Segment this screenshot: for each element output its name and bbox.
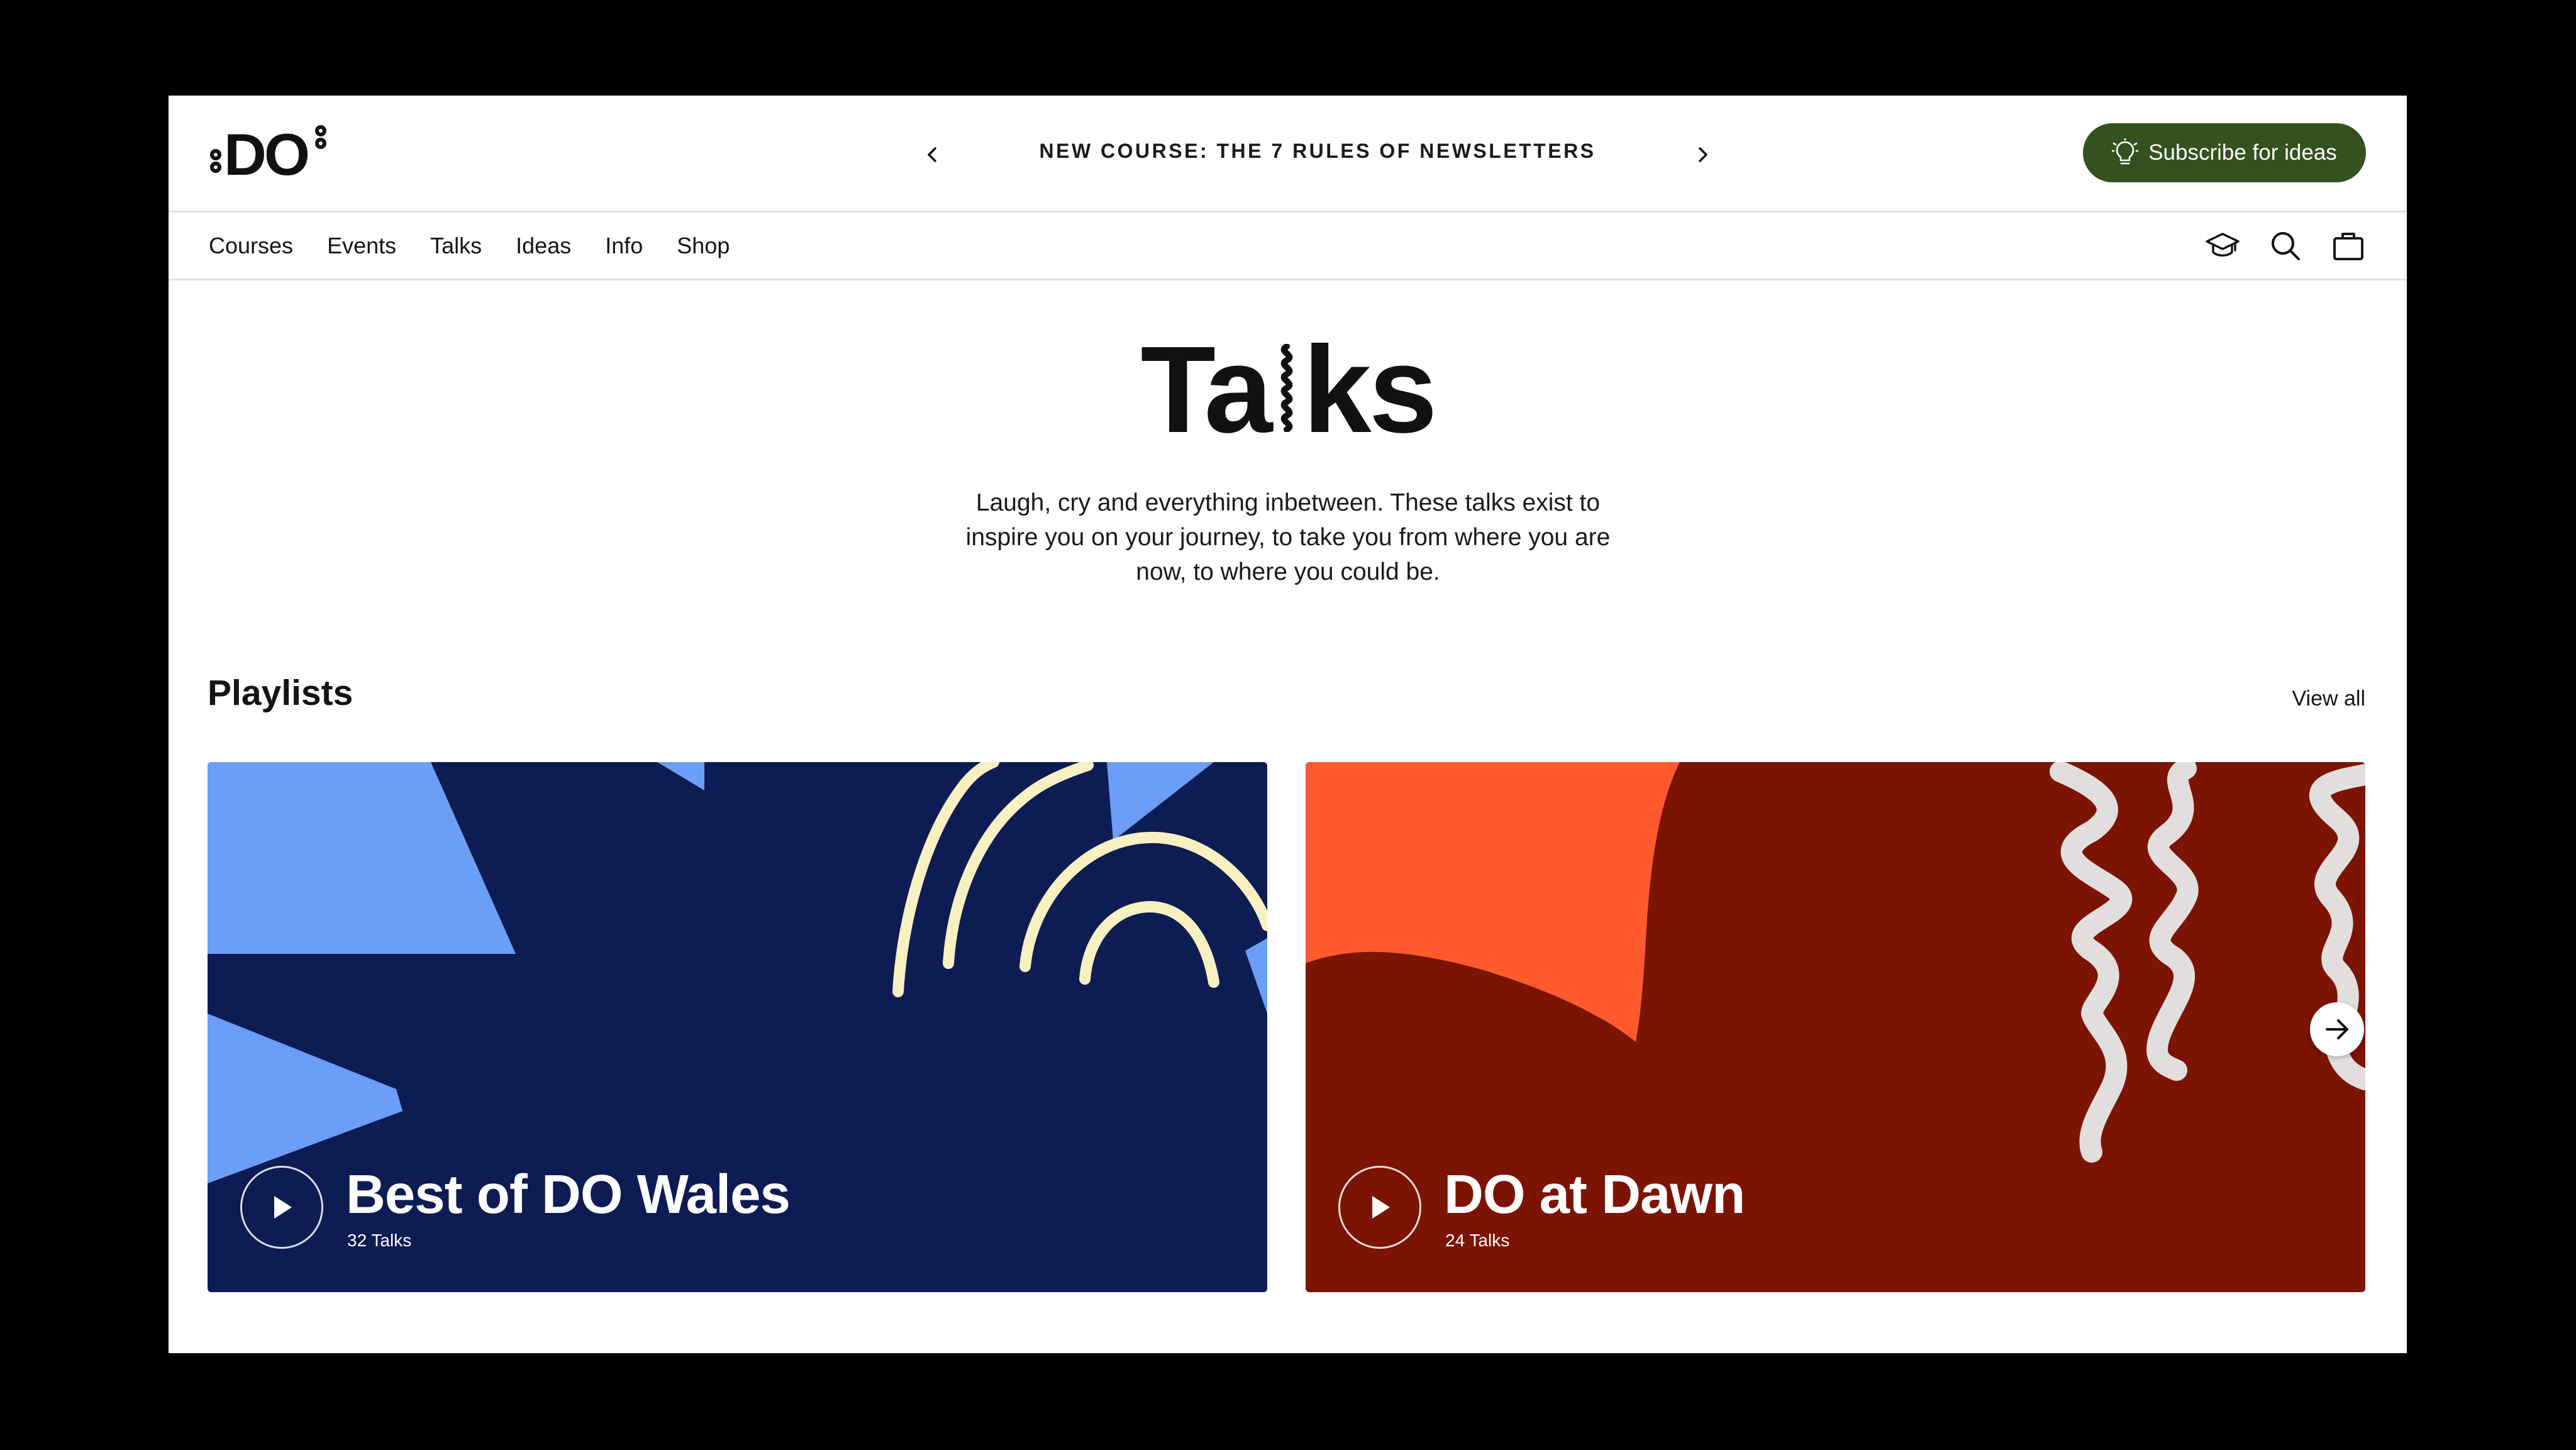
nav-events[interactable]: Events bbox=[327, 233, 396, 259]
courses-button[interactable] bbox=[2204, 228, 2241, 264]
nav-info[interactable]: Info bbox=[605, 233, 643, 259]
announcement-next-button[interactable] bbox=[1686, 138, 1719, 171]
search-button[interactable] bbox=[2267, 228, 2304, 264]
page-title-end: ks bbox=[1302, 321, 1438, 458]
page-description: Laugh, cry and everything inbetween. The… bbox=[965, 489, 1611, 585]
lightbulb-icon bbox=[2112, 138, 2139, 165]
do-logo[interactable]: DO bbox=[209, 122, 328, 180]
subscribe-label: Subscribe for ideas bbox=[2148, 140, 2337, 165]
playlist-card-do-at-dawn[interactable]: DO at Dawn 24 Talks bbox=[1306, 762, 2365, 1292]
play-button[interactable] bbox=[240, 1166, 323, 1249]
playlist-count: 24 Talks bbox=[1445, 1231, 1510, 1250]
bag-icon bbox=[2333, 232, 2363, 260]
arrow-right-icon bbox=[2326, 1019, 2348, 1039]
carousel-next-button[interactable] bbox=[2310, 1002, 2364, 1056]
playlist-title: DO at Dawn bbox=[1444, 1164, 1745, 1225]
main-nav: Courses Events Talks Ideas Info Shop bbox=[169, 213, 2407, 280]
cart-button[interactable] bbox=[2330, 228, 2367, 264]
top-header: DO NEW COURSE: THE 7 RULES OF NEWSLETTER… bbox=[169, 96, 2407, 213]
subscribe-button[interactable]: Subscribe for ideas bbox=[2083, 123, 2366, 182]
nav-ideas[interactable]: Ideas bbox=[516, 233, 571, 259]
nav-shop[interactable]: Shop bbox=[677, 233, 730, 259]
logo-text: DO bbox=[224, 122, 308, 180]
graduation-cap-icon bbox=[2206, 232, 2240, 257]
playlist-card-best-of-do-wales[interactable]: Best of DO Wales 32 Talks bbox=[208, 762, 1267, 1292]
playlist-title: Best of DO Wales bbox=[346, 1164, 791, 1225]
squiggle-l-icon bbox=[1280, 344, 1292, 432]
announcement-text[interactable]: NEW COURSE: THE 7 RULES OF NEWSLETTERS bbox=[959, 140, 1676, 163]
page-title-start: Ta bbox=[1140, 321, 1272, 458]
nav-talks[interactable]: Talks bbox=[430, 233, 482, 259]
view-all-link[interactable]: View all bbox=[2292, 687, 2365, 711]
playlists-heading: Playlists bbox=[208, 673, 353, 713]
browser-viewport: DO NEW COURSE: THE 7 RULES OF NEWSLETTER… bbox=[169, 96, 2407, 1353]
announcement-prev-button[interactable] bbox=[916, 138, 949, 171]
announcement-bar: NEW COURSE: THE 7 RULES OF NEWSLETTERS bbox=[909, 96, 1726, 213]
chevron-right-icon bbox=[1699, 147, 1707, 162]
play-icon bbox=[1372, 1196, 1390, 1219]
playlist-count: 32 Talks bbox=[347, 1231, 412, 1250]
search-icon bbox=[2272, 231, 2300, 260]
nav-courses[interactable]: Courses bbox=[209, 233, 293, 259]
page-title: Ta ks bbox=[169, 328, 2407, 451]
play-icon bbox=[274, 1196, 292, 1219]
play-button[interactable] bbox=[1338, 1166, 1421, 1249]
chevron-left-icon bbox=[928, 147, 936, 162]
